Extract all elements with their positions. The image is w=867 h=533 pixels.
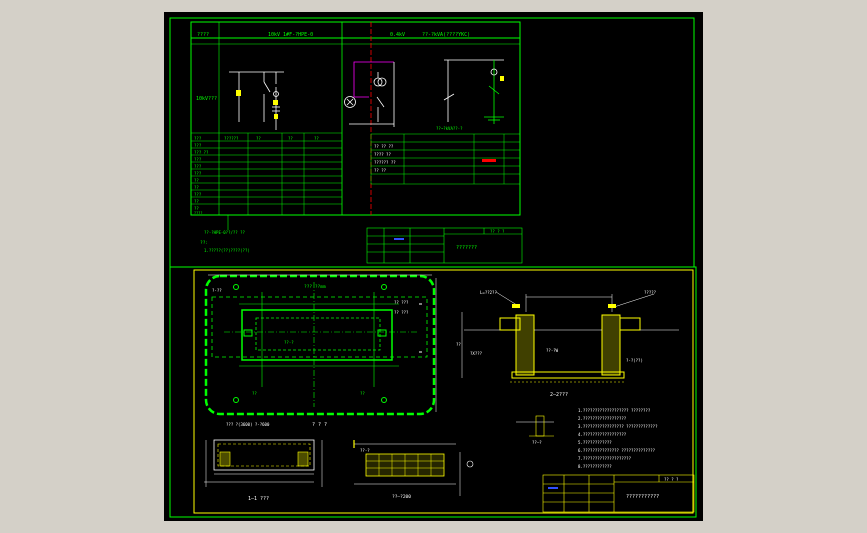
table-col-header: ?? (288, 136, 293, 141)
section-1-1-view (204, 439, 323, 487)
detail-title: ??—? (532, 440, 542, 445)
sheet1-note-title: ??: (200, 240, 208, 246)
lv-table-red-mark (482, 159, 496, 162)
section-a-label-top-left: L=??2?? (480, 290, 497, 295)
sheet2-sheet-number: ?? ? ? (664, 477, 679, 482)
sheet-1-electrical[interactable]: ???? 10kV 1#F-?HPE-0 0.4kV ??-?kVA(????Y… (169, 17, 695, 268)
lv-data-table (370, 133, 521, 185)
plan-right-label-2: ?? ??? (394, 310, 409, 315)
plan-left-dim: ?-?? (212, 288, 222, 293)
sheet1-callout-left: ??-?HPE-0??/?? ?? (204, 230, 246, 235)
table-col-header: ?? (314, 136, 319, 141)
sheet1-header-right-b: ??-?kVA(????YKC) (422, 32, 470, 38)
section-a-label-left: ?X??? (470, 351, 483, 356)
section-c-view (353, 440, 474, 496)
table-row-label: ??? (194, 171, 202, 176)
note-line: 7.???????????????????? (578, 456, 632, 461)
table-row-label: ?? ?? ?? (374, 144, 394, 149)
plan-bottom-label: ??? ?(3600) ?-?600 (226, 422, 270, 427)
section-a-left-dim: ?? (456, 342, 461, 347)
transformer-schematic (344, 59, 504, 127)
sheet1-callout-right: ??~?kVA??-? (436, 126, 463, 131)
section-anchor-right (608, 304, 616, 308)
note-line: 1.??????????????????? ???????? (578, 408, 651, 413)
sheet2-notes: 1.??????????????????? ???????? 2.???????… (578, 408, 658, 469)
table-row-label: ??? (194, 164, 202, 169)
note-line: 8.???????????? (578, 464, 612, 469)
table-row-label: ??? (194, 143, 202, 148)
sheet1-outer-frame (169, 17, 695, 268)
title-block2-mark (548, 487, 558, 489)
model-space-canvas[interactable]: ???? 10kV 1#F-?HPE-0 0.4kV ??-?kVA(????Y… (164, 12, 703, 521)
plan-top-dim: ??? ??mm (304, 284, 326, 290)
sheet1-header-right-a: 0.4kV (390, 32, 405, 38)
sheet1-note-1: 1.?????(??)????(??) (204, 248, 250, 253)
section-anchor-left (512, 304, 520, 308)
plan-bottom-dim-a: ?? (252, 391, 257, 396)
note-line: 5.???????????? (578, 440, 612, 445)
section-a-label-right: ?-?(??) (626, 358, 643, 363)
table-row-label: ???? ?? (374, 152, 391, 157)
arrester-symbol (274, 114, 278, 119)
fuse-symbol-1 (236, 90, 241, 96)
section-b-title: 1—1 ??? (248, 496, 269, 502)
sheet1-header-middle: 10kV 1#F-?HPE-0 (268, 32, 313, 38)
section-c-title: ??—?200 (392, 494, 411, 500)
section-a-label-top-right: ????? (644, 290, 657, 295)
title-block-mark (394, 238, 404, 240)
table-col-header: ?? (256, 136, 261, 141)
sheet-2-civil[interactable]: ??? ??mm ?? ??? ?? ??? ?-?? ??-? ?? ?? ?… (169, 266, 697, 518)
table-row-label: ??? ?? (194, 150, 209, 155)
sheet1-sheet-number: ?? ? ? (490, 229, 505, 234)
table-row-label: ?? ?? (374, 168, 387, 173)
sheet2-drawing-title: ??????????? (626, 494, 659, 500)
table-row-label: ?????? ?? (374, 160, 396, 165)
sheet1-side-label: 10kV??? (196, 96, 217, 102)
plan-right-label-1: ?? ??? (394, 300, 409, 305)
foundation-plan-view (204, 274, 437, 416)
section-a-title: 2—2??? (550, 392, 568, 398)
lv-table-row-labels: ?? ?? ?? ???? ?? ?????? ?? ?? ?? (374, 144, 396, 173)
hv-data-table (191, 132, 342, 215)
note-line: 2.?????????????????? (578, 416, 627, 421)
fuse-symbol-2 (273, 100, 278, 105)
table-row-label: ???? (194, 211, 202, 215)
cad-viewport[interactable]: ???? 10kV 1#F-?HPE-0 0.4kV ??-?kVA(????Y… (0, 0, 867, 533)
table-row-label: ?? (194, 178, 199, 183)
plan-bottom-tag: ? ? ? (312, 422, 327, 428)
note-line: 3.????????????????? ????????????? (578, 424, 658, 429)
sheet1-drawing-frame (190, 21, 521, 216)
sheet1-drawing-title: ??????? (456, 245, 477, 251)
table-row-label: ?? (194, 185, 199, 190)
note-line: 6.??????????????? ?????????????? (578, 448, 656, 453)
section-c-label: ??-? (360, 448, 370, 453)
table-row-label: ??? (194, 136, 202, 141)
plan-bottom-dim-b: ?? (360, 391, 365, 396)
table-row-label: ?? (194, 199, 199, 204)
section-2-2-view (461, 291, 679, 383)
table-row-label: ??? (194, 157, 202, 162)
table-row-label: ?????? (224, 136, 239, 141)
table-row-label: ??? (194, 192, 202, 197)
note-line: 4.?????????????????? (578, 432, 627, 437)
plan-inner-label: ??-? (284, 340, 294, 345)
sheet1-header-left: ???? (197, 32, 209, 38)
lv-meter-symbol (500, 76, 504, 81)
sheet2-drawing-frame (193, 269, 694, 514)
section-a-label-mid: ??-?W (546, 348, 559, 353)
detail-view (516, 415, 554, 437)
